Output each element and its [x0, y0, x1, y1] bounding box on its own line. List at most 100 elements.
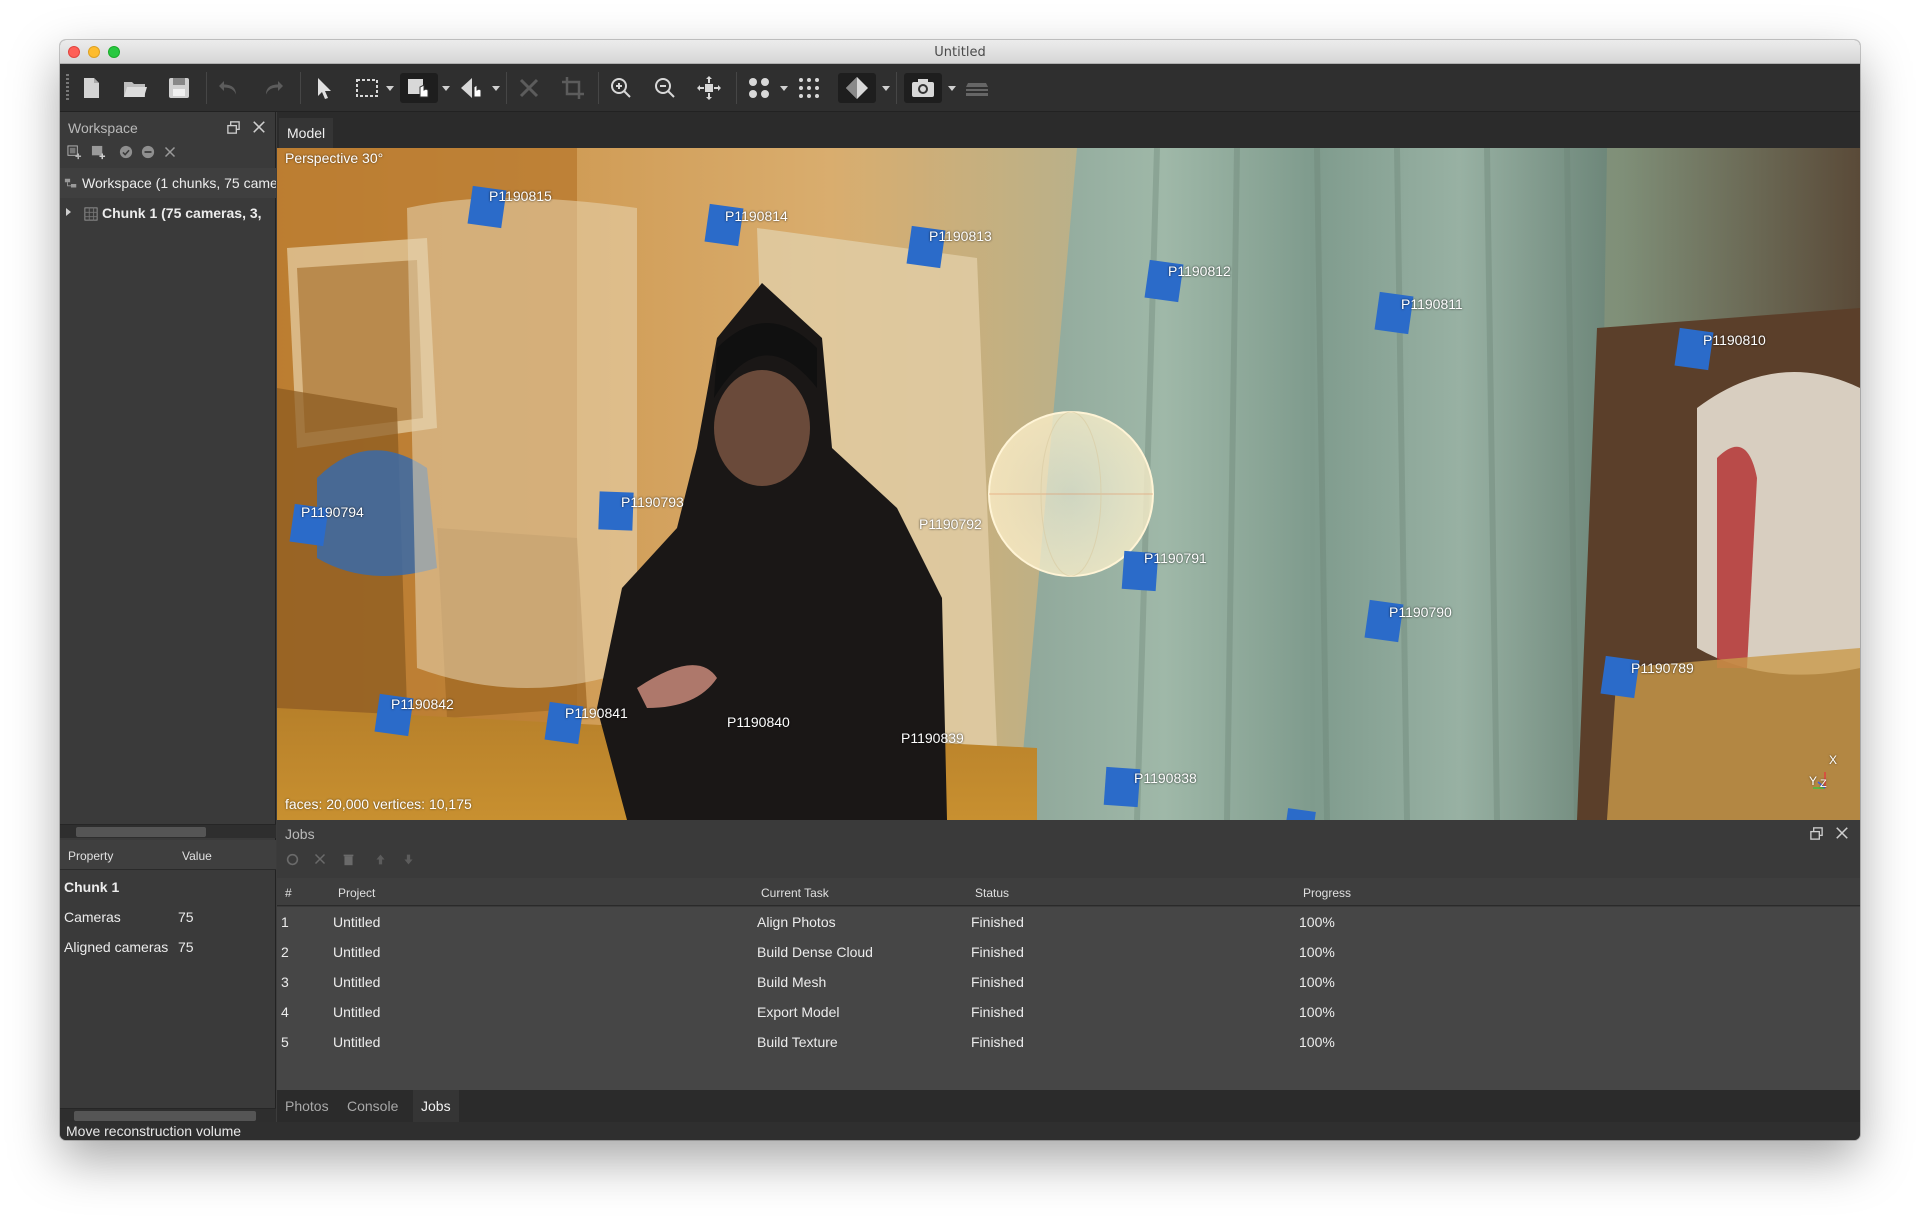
column-header-value: Value: [182, 849, 212, 863]
column-header-property: Property: [68, 849, 114, 863]
cancel-job-icon[interactable]: [311, 850, 329, 868]
job-progress: 100%: [1299, 1034, 1335, 1050]
table-row[interactable]: 1 Untitled Align Photos Finished 100%: [277, 907, 1860, 937]
expand-arrow-icon[interactable]: [66, 208, 71, 216]
camera-label: P1190841: [565, 705, 628, 721]
disable-icon[interactable]: [138, 142, 158, 162]
camera-label: P1190792: [919, 516, 982, 532]
undock-icon[interactable]: [224, 118, 242, 136]
crop-icon[interactable]: [558, 73, 588, 103]
undo-icon[interactable]: [214, 73, 244, 103]
property-name: Cameras: [64, 909, 121, 925]
column-header-number: #: [285, 886, 292, 900]
camera-label: P1190810: [1703, 332, 1766, 348]
enable-icon[interactable]: [116, 142, 136, 162]
job-status: Finished: [971, 1034, 1024, 1050]
chevron-down-icon[interactable]: [386, 86, 394, 91]
scrollbar-thumb[interactable]: [74, 1111, 256, 1121]
redo-icon[interactable]: [258, 73, 288, 103]
move-object-icon[interactable]: [456, 73, 486, 103]
model-viewport[interactable]: Perspective 30° faces: 20,000 vertices: …: [277, 148, 1860, 820]
scrollbar-thumb[interactable]: [76, 827, 206, 837]
open-folder-icon[interactable]: [120, 73, 150, 103]
add-chunk-icon[interactable]: [64, 142, 84, 162]
workspace-icon: [64, 177, 78, 194]
camera-label: P1190812: [1168, 263, 1231, 279]
table-row[interactable]: 5 Untitled Build Texture Finished 100%: [277, 1027, 1860, 1057]
chevron-down-icon[interactable]: [442, 86, 450, 91]
undock-icon[interactable]: [1807, 824, 1825, 842]
jobs-title: Jobs: [285, 826, 315, 842]
axis-x-label: X: [1829, 753, 1838, 767]
zoom-out-icon[interactable]: [650, 73, 680, 103]
tab-model[interactable]: Model: [279, 118, 334, 148]
chevron-down-icon[interactable]: [780, 86, 788, 91]
job-status: Finished: [971, 944, 1024, 960]
horizontal-scrollbar[interactable]: [60, 824, 276, 838]
add-photos-icon[interactable]: [88, 142, 108, 162]
table-filler: [277, 1057, 1860, 1090]
camera-label: P1190789: [1631, 660, 1694, 676]
rectangle-selection-icon[interactable]: [352, 73, 382, 103]
horizontal-scrollbar[interactable]: [60, 1108, 276, 1122]
app-window: Untitled Workspace Workspace (1 chunks, …: [60, 40, 1860, 1140]
new-document-icon[interactable]: [76, 73, 106, 103]
save-icon[interactable]: [164, 73, 194, 103]
job-status: Finished: [971, 974, 1024, 990]
property-name: Aligned cameras: [64, 939, 169, 955]
job-task: Build Dense Cloud: [757, 944, 873, 960]
tree-item-label: Workspace (1 chunks, 75 cameras): [82, 175, 276, 191]
tree-item-chunk[interactable]: Chunk 1 (75 cameras, 3,: [60, 198, 276, 228]
job-number: 2: [281, 944, 289, 960]
table-row[interactable]: 4 Untitled Export Model Finished 100%: [277, 997, 1860, 1027]
close-icon[interactable]: [250, 118, 268, 136]
camera-label: P1190839: [901, 730, 964, 746]
job-project: Untitled: [333, 914, 381, 930]
job-task: Build Texture: [757, 1034, 838, 1050]
remove-icon[interactable]: [160, 142, 180, 162]
jobs-table-header: # Project Current Task Status Progress: [277, 878, 1860, 906]
show-cameras-icon[interactable]: [962, 73, 992, 103]
close-icon[interactable]: [1833, 824, 1851, 842]
camera-label: P1190814: [725, 208, 788, 224]
chevron-down-icon[interactable]: [492, 86, 500, 91]
table-row[interactable]: 2 Untitled Build Dense Cloud Finished 10…: [277, 937, 1860, 967]
pointer-icon[interactable]: [308, 73, 338, 103]
camera-label: P1190811: [1401, 296, 1463, 312]
title-bar: Untitled: [60, 40, 1860, 64]
properties-header: Property Value: [60, 840, 276, 870]
property-section: Chunk 1: [60, 872, 276, 902]
camera-icon[interactable]: [904, 73, 942, 103]
model-icon[interactable]: [838, 73, 876, 103]
tab-console[interactable]: Console: [339, 1090, 406, 1122]
column-header-project: Project: [338, 886, 376, 900]
tree-item-workspace[interactable]: Workspace (1 chunks, 75 cameras): [60, 168, 276, 198]
start-job-icon[interactable]: [283, 850, 301, 868]
main-toolbar: [60, 64, 1860, 112]
dense-cloud-icon[interactable]: [794, 73, 824, 103]
camera-label: P1190813: [929, 228, 992, 244]
toolbar-grip-icon: [66, 74, 69, 102]
column-header-progress: Progress: [1303, 886, 1352, 900]
window-title: Untitled: [934, 45, 986, 60]
point-cloud-icon[interactable]: [744, 73, 774, 103]
move-down-icon[interactable]: [399, 850, 417, 868]
tab-jobs[interactable]: Jobs: [413, 1090, 459, 1122]
property-row[interactable]: Cameras 75: [60, 902, 276, 932]
jobs-panel: Jobs # Project Current Task Status Progr…: [277, 820, 1860, 1122]
navigation-icon[interactable]: [400, 73, 438, 103]
status-bar: Move reconstruction volume: [60, 1122, 1860, 1140]
zoom-in-icon[interactable]: [606, 73, 636, 103]
bottom-tab-bar: Photos Console Jobs: [277, 1090, 1860, 1122]
property-row[interactable]: Aligned cameras 75: [60, 932, 276, 962]
job-progress: 100%: [1299, 974, 1335, 990]
trash-icon[interactable]: [339, 850, 357, 868]
move-region-icon[interactable]: [694, 73, 724, 103]
chevron-down-icon[interactable]: [882, 86, 890, 91]
move-up-icon[interactable]: [371, 850, 389, 868]
delete-icon[interactable]: [514, 73, 544, 103]
job-status: Finished: [971, 914, 1024, 930]
tab-photos[interactable]: Photos: [277, 1090, 337, 1122]
chevron-down-icon[interactable]: [948, 86, 956, 91]
table-row[interactable]: 3 Untitled Build Mesh Finished 100%: [277, 967, 1860, 997]
